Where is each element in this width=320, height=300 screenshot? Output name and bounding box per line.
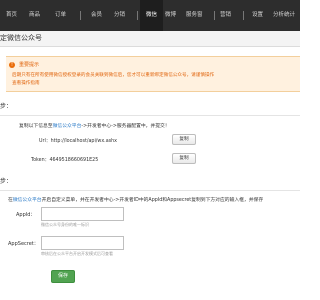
nav-products[interactable]: 商品 — [29, 0, 40, 31]
save-button[interactable]: 保存 — [51, 270, 75, 283]
nav-divider — [243, 11, 244, 20]
step2-text-suffix: 开启自定义菜单，并在开发者中心->开发者ID中的AppId和Appsecret复… — [41, 198, 264, 203]
nav-divider — [214, 11, 215, 20]
appid-hint: 微信公众号身份的唯一标识 — [41, 222, 89, 227]
nav-divider — [80, 11, 81, 20]
appid-input[interactable] — [41, 207, 124, 221]
nav-service-window[interactable]: 服务窗 — [186, 0, 203, 31]
step2-heading: 步： — [0, 178, 13, 185]
step1-heading: 步： — [0, 103, 13, 110]
copy-url-button[interactable]: 复制 — [172, 134, 196, 145]
step1-text-suffix: ->开发者中心->服务器配置中，并提交！ — [81, 124, 170, 129]
notice-box: ! 重要提示 后期只有在所有使用微信授权登录的会员关联到微信后，您才可以重新绑定… — [6, 56, 300, 92]
warning-icon: ! — [9, 62, 15, 68]
nav-members[interactable]: 会员 — [91, 0, 102, 31]
notice-line: 后期只有在所有使用微信授权登录的会员关联到微信后，您才可以重新绑定微信公众号，请… — [12, 73, 215, 78]
nav-orders[interactable]: 订单 — [55, 0, 66, 31]
notice-body: 后期只有在所有使用微信授权登录的会员关联到微信后，您才可以重新绑定微信公众号，请… — [12, 72, 300, 88]
appsecret-label: AppSecret： — [8, 241, 39, 247]
copy-token-button[interactable]: 复制 — [172, 153, 196, 164]
url-label: Url： — [39, 139, 51, 144]
token-label: Token： — [31, 158, 50, 163]
wechat-platform-link[interactable]: 微信公众平台 — [13, 198, 42, 203]
nav-settings[interactable]: 设置 — [252, 0, 263, 31]
nav-weibo[interactable]: 微博 — [165, 0, 176, 31]
token-value: 4649518660691E25 — [49, 158, 99, 163]
token-row: Token：4649518660691E25 — [31, 156, 98, 163]
step1-text-prefix: 复制以下信息至 — [19, 124, 53, 129]
appsecret-hint: 审核后在公众平台开启开发模式后可查看 — [41, 251, 113, 256]
divider — [0, 115, 300, 116]
nav-divider — [137, 11, 138, 20]
nav-home[interactable]: 首页 — [6, 0, 17, 31]
notice-guide-link[interactable]: 查看操作指南 — [12, 80, 300, 88]
appid-label: AppId： — [16, 212, 36, 218]
page-title: 定微信公众号 — [0, 34, 42, 42]
step2-instruction: 在微信公众平台开启自定义菜单，并在开发者中心->开发者ID中的AppId和App… — [8, 196, 300, 203]
nav-analytics[interactable]: 分析统计 — [273, 0, 295, 31]
divider — [0, 190, 300, 191]
nav-marketing[interactable]: 营销 — [220, 0, 231, 31]
notice-title: 重要提示 — [19, 62, 40, 68]
step1-instruction: 复制以下信息至微信公众平台->开发者中心->服务器配置中，并提交！ — [19, 122, 170, 129]
appsecret-input[interactable] — [41, 236, 124, 250]
url-value: http://localhost/api/wx.ashx — [50, 139, 118, 144]
wechat-platform-link[interactable]: 微信公众平台 — [53, 124, 82, 129]
url-row: Url：http://localhost/api/wx.ashx — [39, 137, 117, 144]
top-navigation: 首页 商品 订单 会员 分销 微信 微博 服务窗 营销 设置 分析统计 — [0, 0, 300, 31]
nav-wechat[interactable]: 微信 — [140, 0, 164, 31]
title-bar — [0, 31, 300, 47]
nav-distribution[interactable]: 分销 — [114, 0, 125, 31]
